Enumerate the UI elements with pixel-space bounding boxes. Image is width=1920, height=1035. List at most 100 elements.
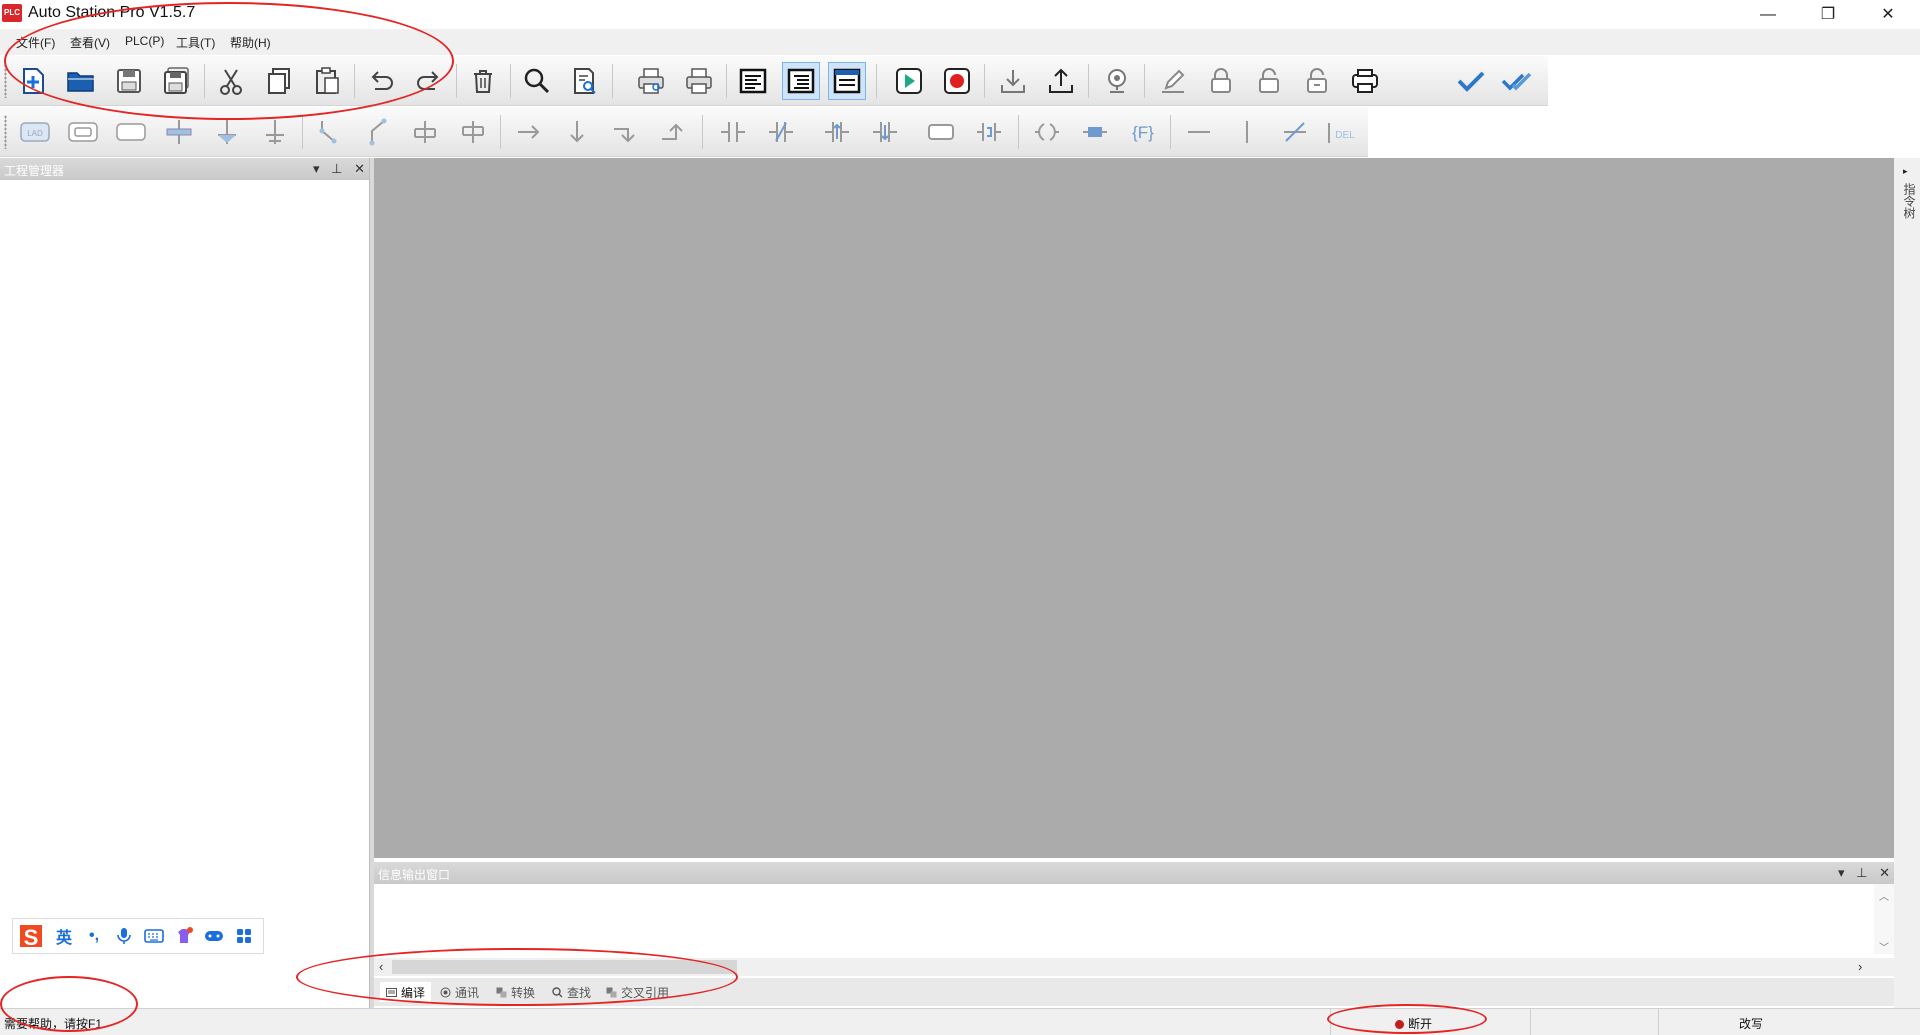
stop-icon[interactable] bbox=[938, 62, 976, 100]
printer-icon[interactable] bbox=[1346, 62, 1384, 100]
toolbar-grip[interactable] bbox=[4, 64, 7, 98]
project-tree[interactable] bbox=[0, 180, 369, 1006]
menu-tools[interactable]: 工具(T) bbox=[176, 34, 215, 51]
menu-file[interactable]: 文件(F) bbox=[16, 34, 55, 51]
insert-below-2-icon[interactable] bbox=[256, 113, 294, 151]
block-icon[interactable] bbox=[64, 113, 102, 151]
paste-icon[interactable] bbox=[308, 62, 346, 100]
instruction-tree-strip[interactable]: ▸ 指令树 bbox=[1894, 158, 1920, 1008]
tab-convert[interactable]: 转换 bbox=[490, 982, 541, 1002]
arrow-right-icon[interactable] bbox=[510, 113, 548, 151]
scrollbar-thumb[interactable] bbox=[392, 960, 737, 974]
cut-icon[interactable] bbox=[212, 62, 250, 100]
upload-icon[interactable] bbox=[1042, 62, 1080, 100]
edit-icon[interactable] bbox=[1154, 62, 1192, 100]
instruction-tree-tab[interactable]: 指令树 bbox=[1901, 183, 1918, 219]
compile-icon[interactable] bbox=[1452, 62, 1490, 100]
scroll-right-icon[interactable]: › bbox=[1858, 959, 1862, 974]
scroll-up-icon[interactable]: ︿ bbox=[1874, 888, 1894, 903]
microphone-icon[interactable] bbox=[109, 921, 139, 951]
open-folder-icon[interactable] bbox=[62, 62, 100, 100]
insert-row-icon[interactable] bbox=[160, 113, 198, 151]
lock-icon[interactable] bbox=[1202, 62, 1240, 100]
parallel-2-icon[interactable] bbox=[454, 113, 492, 151]
lad-icon[interactable]: LAD bbox=[16, 113, 54, 151]
line-up-icon[interactable] bbox=[654, 113, 692, 151]
arrow-down-icon[interactable] bbox=[558, 113, 596, 151]
tab-communication[interactable]: 通讯 bbox=[434, 982, 485, 1002]
restore-button[interactable]: ❐ bbox=[1805, 0, 1851, 29]
coil-icon[interactable] bbox=[1028, 113, 1066, 151]
view-comment-icon[interactable] bbox=[828, 62, 866, 100]
ime-language-toggle[interactable]: 英 bbox=[49, 921, 79, 951]
view-instruction-icon[interactable] bbox=[782, 62, 820, 100]
new-file-icon[interactable] bbox=[14, 62, 52, 100]
branch-right-icon[interactable] bbox=[358, 113, 396, 151]
copy-icon[interactable] bbox=[260, 62, 298, 100]
redo-icon[interactable] bbox=[410, 62, 448, 100]
close-button[interactable]: ✕ bbox=[1865, 0, 1911, 29]
save-all-icon[interactable] bbox=[158, 62, 196, 100]
menu-plc[interactable]: PLC(P) bbox=[125, 34, 164, 48]
minimize-button[interactable]: — bbox=[1745, 0, 1791, 29]
compile-all-icon[interactable] bbox=[1498, 62, 1536, 100]
panel-pin-icon[interactable]: ⊥ bbox=[1856, 865, 1867, 880]
vertical-line-icon[interactable] bbox=[1228, 113, 1266, 151]
delete-line-icon[interactable]: DEL bbox=[1324, 113, 1362, 151]
find-icon[interactable] bbox=[518, 62, 556, 100]
tab-cross-reference[interactable]: 交叉引用 bbox=[600, 982, 675, 1002]
monitor-icon[interactable] bbox=[1098, 62, 1136, 100]
run-icon[interactable] bbox=[890, 62, 928, 100]
panel-dropdown-icon[interactable]: ▾ bbox=[1838, 865, 1845, 880]
output-horizontal-scrollbar[interactable]: ‹ › bbox=[374, 958, 1894, 976]
print-preview-icon[interactable] bbox=[632, 62, 670, 100]
panel-dropdown-icon[interactable]: ▾ bbox=[313, 161, 320, 176]
contact-nc-icon[interactable] bbox=[762, 113, 800, 151]
unlock-icon[interactable] bbox=[1250, 62, 1288, 100]
tab-find[interactable]: 查找 bbox=[546, 982, 597, 1002]
edit-mode-status: 改写 bbox=[1658, 1009, 1920, 1035]
inverse-icon[interactable] bbox=[970, 113, 1008, 151]
scroll-left-icon[interactable]: ‹ bbox=[379, 959, 383, 974]
expand-arrow-icon[interactable]: ▸ bbox=[1903, 166, 1908, 177]
ime-punctuation-toggle[interactable]: •, bbox=[79, 921, 109, 951]
line-end-icon[interactable] bbox=[606, 113, 644, 151]
branch-left-icon[interactable] bbox=[310, 113, 348, 151]
menu-help[interactable]: 帮助(H) bbox=[230, 34, 271, 51]
output-text-area[interactable] bbox=[374, 884, 1874, 954]
sogou-logo-icon[interactable]: S bbox=[13, 918, 49, 954]
unlock-all-icon[interactable] bbox=[1298, 62, 1336, 100]
function-icon[interactable]: {F} bbox=[1124, 113, 1162, 151]
print-icon[interactable] bbox=[680, 62, 718, 100]
output-vertical-scrollbar[interactable]: ︿ ﹀ bbox=[1874, 884, 1894, 954]
slash-line-icon[interactable] bbox=[1276, 113, 1314, 151]
delete-icon[interactable] bbox=[464, 62, 502, 100]
panel-pin-icon[interactable]: ⊥ bbox=[331, 161, 342, 176]
save-icon[interactable] bbox=[110, 62, 148, 100]
tab-compile[interactable]: 编译 bbox=[380, 982, 432, 1002]
apps-grid-icon[interactable] bbox=[229, 921, 259, 951]
parallel-icon[interactable] bbox=[406, 113, 444, 151]
contact-no-icon[interactable] bbox=[714, 113, 752, 151]
gamepad-icon[interactable] bbox=[199, 921, 229, 951]
undo-icon[interactable] bbox=[362, 62, 400, 100]
contact-falling-icon[interactable] bbox=[866, 113, 904, 151]
panel-close-icon[interactable]: ✕ bbox=[1879, 865, 1890, 880]
toolbar-separator bbox=[1144, 64, 1145, 98]
download-icon[interactable] bbox=[994, 62, 1032, 100]
horizontal-line-icon[interactable] bbox=[1180, 113, 1218, 151]
view-ladder-icon[interactable] bbox=[734, 62, 772, 100]
box-icon[interactable] bbox=[112, 113, 150, 151]
insert-below-icon[interactable] bbox=[208, 113, 246, 151]
find-in-file-icon[interactable] bbox=[566, 62, 604, 100]
scroll-down-icon[interactable]: ﹀ bbox=[1874, 939, 1894, 954]
instruction-box-icon[interactable] bbox=[922, 113, 960, 151]
editor-area[interactable] bbox=[374, 158, 1894, 858]
function-block-icon[interactable] bbox=[1076, 113, 1114, 151]
keyboard-icon[interactable] bbox=[139, 921, 169, 951]
panel-close-icon[interactable]: ✕ bbox=[354, 161, 365, 176]
skin-icon[interactable] bbox=[169, 921, 199, 951]
menu-view[interactable]: 查看(V) bbox=[70, 34, 110, 51]
contact-rising-icon[interactable] bbox=[818, 113, 856, 151]
toolbar-grip[interactable] bbox=[4, 115, 7, 149]
